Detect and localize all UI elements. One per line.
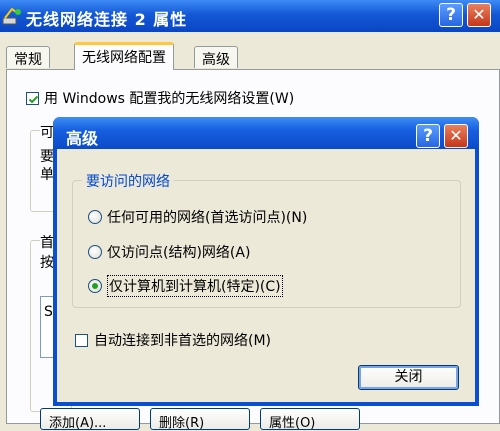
- use-windows-config-checkbox[interactable]: [26, 91, 39, 105]
- checkmark-icon: [28, 95, 39, 103]
- dialog-help-button[interactable]: ?: [416, 124, 440, 148]
- network-connection-icon: [2, 6, 24, 26]
- add-network-button[interactable]: 添加(A)...: [40, 408, 140, 431]
- preferred-network-item-fragment: S: [44, 304, 53, 320]
- dialog-close-text-button[interactable]: 关闭: [358, 365, 459, 390]
- help-button[interactable]: ?: [439, 3, 463, 27]
- window-title: 无线网络连接 2 属性: [26, 10, 188, 29]
- radio-computer-to-computer-label: 仅计算机到计算机(特定)(C): [107, 275, 283, 297]
- available-networks-text-fragment-2: 单: [40, 167, 54, 183]
- preferred-networks-label-fragment: 首: [40, 232, 54, 252]
- remove-network-button[interactable]: 删除(R): [150, 408, 250, 431]
- auto-connect-checkbox-row[interactable]: 自动连接到非首选的网络(M): [75, 330, 271, 350]
- networks-to-access-label: 要访问的网络: [82, 171, 174, 191]
- radio-access-point-only-button[interactable]: [88, 245, 102, 259]
- radio-any-network[interactable]: 任何可用的网络(首选访问点)(N): [88, 207, 307, 227]
- available-networks-text-fragment-1: 要: [40, 149, 54, 165]
- radio-any-network-label: 任何可用的网络(首选访问点)(N): [107, 210, 308, 226]
- network-properties-button[interactable]: 属性(O): [260, 408, 360, 431]
- auto-connect-label: 自动连接到非首选的网络(M): [94, 333, 272, 349]
- tab-general[interactable]: 常规: [6, 46, 50, 68]
- tab-wireless-networks[interactable]: 无线网络配置: [74, 42, 174, 70]
- radio-access-point-only-label: 仅访问点(结构)网络(A): [107, 245, 251, 261]
- tab-advanced[interactable]: 高级: [194, 46, 238, 68]
- auto-connect-checkbox[interactable]: [75, 333, 88, 347]
- advanced-dialog-title: 高级: [66, 129, 99, 148]
- tab-strip: 常规 无线网络配置 高级: [0, 40, 500, 70]
- radio-access-point-only[interactable]: 仅访问点(结构)网络(A): [88, 242, 250, 262]
- dialog-close-button[interactable]: ✕: [444, 124, 468, 148]
- close-window-button[interactable]: ✕: [467, 3, 491, 27]
- preferred-networks-text-fragment: 按: [40, 255, 54, 271]
- use-windows-config-label: 用 Windows 配置我的无线网络设置(W): [44, 91, 295, 107]
- radio-any-network-button[interactable]: [88, 210, 102, 224]
- radio-computer-to-computer[interactable]: 仅计算机到计算机(特定)(C): [88, 275, 283, 297]
- available-networks-label-fragment: 可: [40, 122, 54, 142]
- use-windows-config-checkbox-row[interactable]: 用 Windows 配置我的无线网络设置(W): [26, 88, 294, 108]
- radio-computer-to-computer-button[interactable]: [88, 279, 102, 293]
